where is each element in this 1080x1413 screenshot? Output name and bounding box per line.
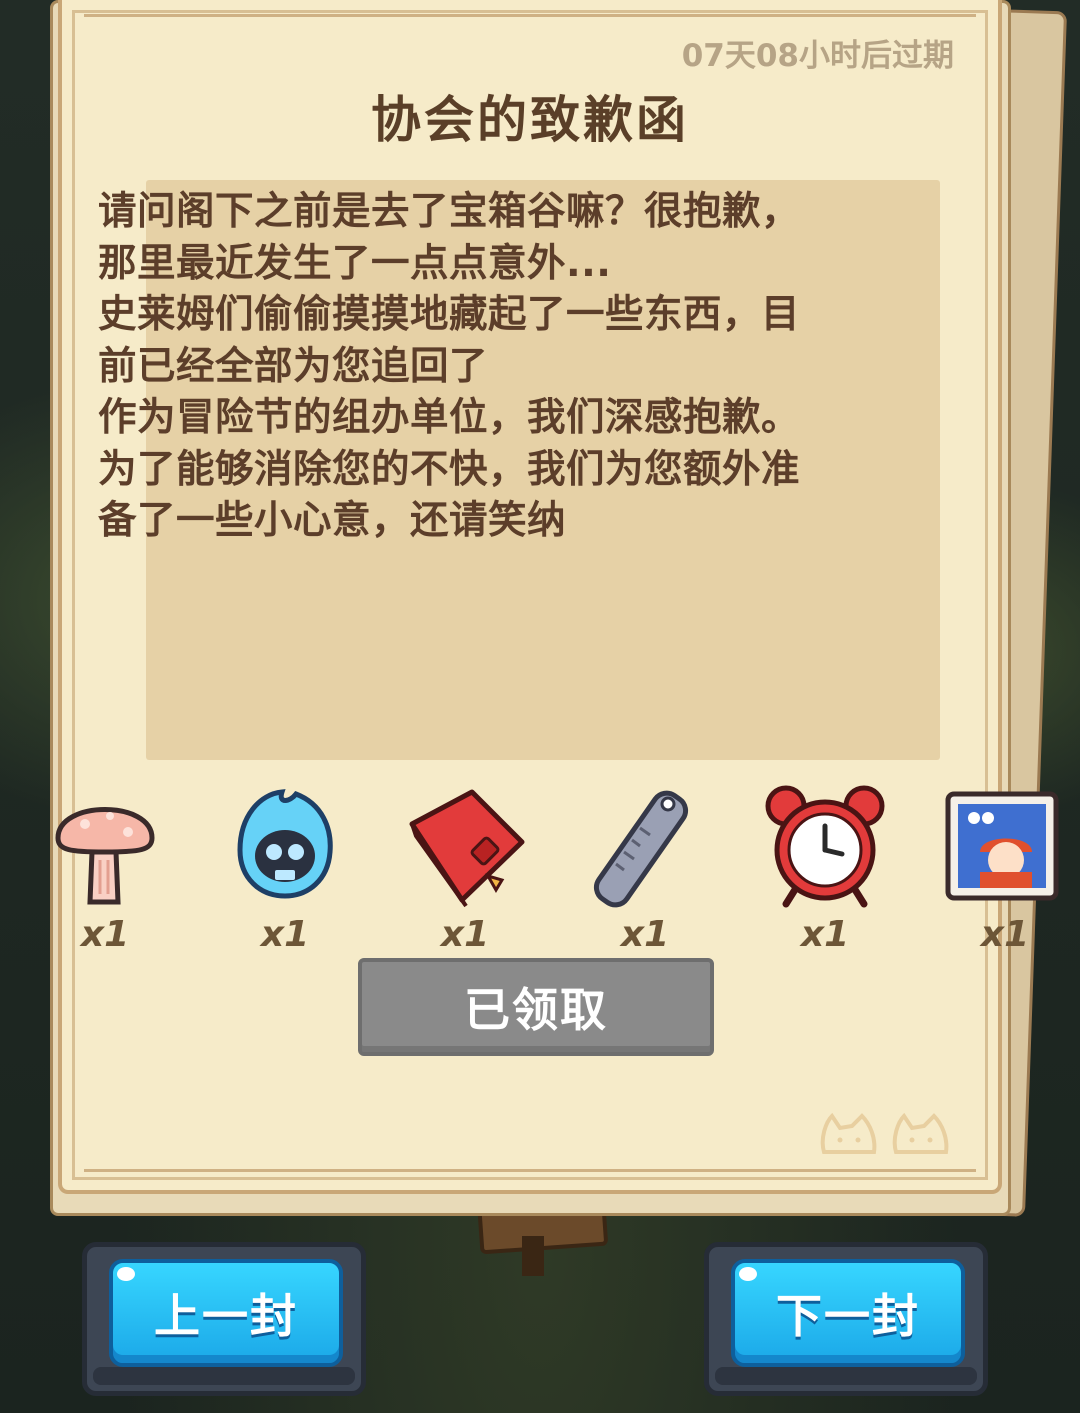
expiry-text: 07天08小时后过期 (681, 38, 954, 74)
reward-quantity: x1 (800, 914, 850, 955)
paw-stamp-icon (820, 1112, 877, 1154)
reward-items-row: x1 x1 x1 x1 x1 x1 (0, 780, 1080, 960)
button-base (715, 1367, 977, 1385)
button-base (93, 1367, 355, 1385)
ruler-icon (593, 790, 689, 908)
next-letter-label: 下一封 (776, 1289, 920, 1343)
button-shine (739, 1267, 757, 1281)
paw-stamp-icon (892, 1112, 949, 1154)
reward-item[interactable]: x1 (400, 780, 530, 960)
alarm-clock-icon (765, 785, 885, 908)
next-letter-button[interactable]: 下一封 (704, 1242, 988, 1396)
mushroom-icon (55, 807, 155, 905)
button-shine (117, 1267, 135, 1281)
reward-item[interactable]: x1 (760, 780, 890, 960)
blue-flame-skull-icon (237, 789, 333, 899)
reward-item[interactable]: x1 (580, 780, 710, 960)
letter-title: 协会的致歉函 (371, 91, 689, 149)
next-letter-label-frame: 下一封 (731, 1259, 965, 1367)
red-book-icon (409, 789, 525, 908)
prev-letter-button[interactable]: 上一封 (82, 1242, 366, 1396)
prev-letter-label-frame: 上一封 (109, 1259, 343, 1367)
claimed-button[interactable]: 已领取 (358, 958, 714, 1056)
letter-bottom-border (84, 1169, 976, 1172)
background-signpost-pole (522, 1236, 544, 1276)
reward-item[interactable]: x1 (40, 780, 170, 960)
prev-letter-label: 上一封 (154, 1289, 298, 1343)
reward-item[interactable]: x1 (940, 780, 1070, 960)
reward-quantity: x1 (260, 914, 310, 955)
reward-quantity: x1 (440, 914, 490, 955)
letter-top-border (84, 14, 976, 17)
portrait-card-icon (945, 791, 1059, 901)
reward-quantity: x1 (80, 914, 130, 955)
reward-quantity: x1 (980, 914, 1030, 955)
letter-body-text: 请问阁下之前是去了宝箱谷嘛？很抱歉， 那里最近发生了一点点意外... 史莱姆们偷… (98, 189, 801, 543)
reward-item[interactable]: x1 (220, 780, 350, 960)
reward-quantity: x1 (620, 914, 670, 955)
